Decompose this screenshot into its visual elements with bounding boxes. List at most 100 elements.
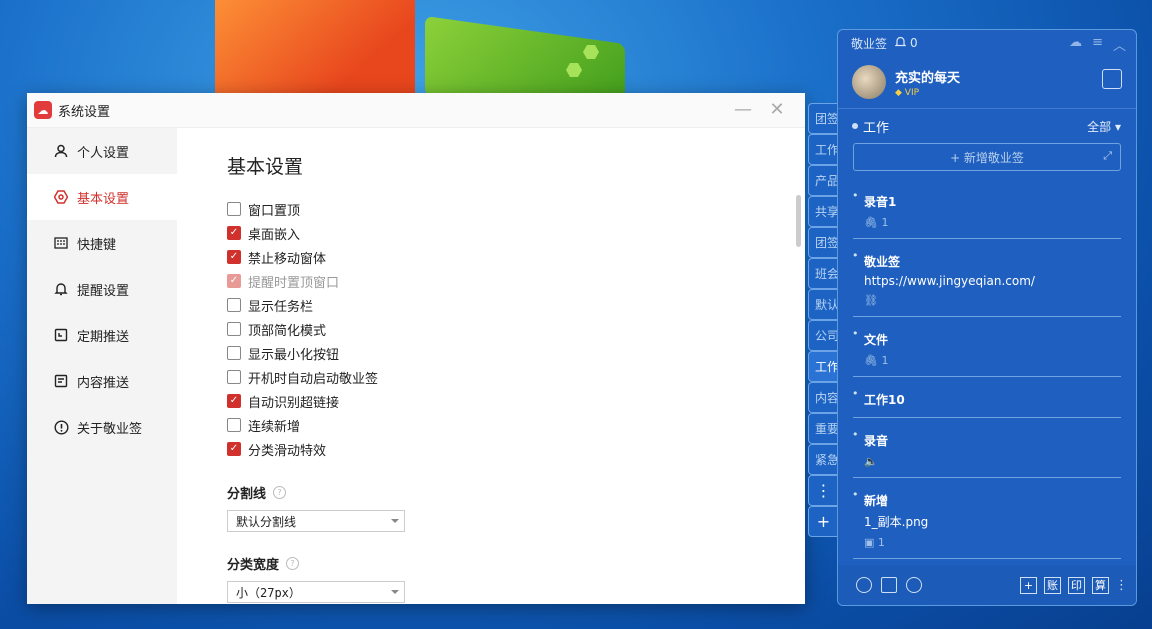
note-text: https://www.jingyeqian.com/	[864, 274, 1035, 288]
print-button[interactable]: 印	[1068, 576, 1085, 594]
width-section-label: 分类宽度 ?	[227, 554, 805, 573]
note-text: 1_副本.png	[864, 515, 929, 529]
filter-label: 全部	[1087, 119, 1112, 134]
category-tab[interactable]: 产品	[808, 165, 838, 196]
note-title: 敬业签	[864, 255, 901, 269]
more-icon[interactable]: ⋮	[1115, 578, 1128, 593]
sidebar-item-schedule-push[interactable]: 定期推送	[27, 312, 177, 358]
option-row[interactable]: ✓ 桌面嵌入	[227, 221, 805, 245]
category-name: 工作	[863, 120, 890, 136]
checkbox[interactable]	[227, 202, 241, 216]
cloud-sync-icon[interactable]: ☁	[1069, 35, 1082, 54]
calendar-icon[interactable]	[1102, 69, 1122, 89]
category-tab[interactable]: 内容	[808, 382, 838, 413]
bell-icon[interactable]	[894, 36, 907, 51]
option-row[interactable]: 顶部简化模式	[227, 317, 805, 341]
add-button[interactable]: +	[1020, 576, 1037, 594]
option-label: 连续新增	[248, 419, 301, 435]
divider-select[interactable]: 默认分割线	[227, 510, 405, 532]
note-item[interactable]: 文件 🖇 1	[852, 317, 1121, 377]
category-tab[interactable]: 团签	[808, 227, 838, 258]
chevron-down-icon	[391, 590, 399, 594]
info-icon	[53, 419, 69, 435]
category-tab[interactable]: 团签	[808, 103, 838, 134]
sidebar-item-label: 提醒设置	[77, 283, 130, 299]
category-tabs: 团签 工作 产品 共享 团签 班会 默认 公司 工作 内容 重要 紧急 ⋮ +	[808, 103, 838, 537]
sidebar-item-shortcuts[interactable]: 快捷键	[27, 220, 177, 266]
note-title: 文件	[864, 333, 889, 347]
note-item[interactable]: 录音 🔈	[852, 418, 1121, 478]
menu-icon[interactable]: ≡	[1092, 35, 1103, 54]
option-label: 分类滑动特效	[248, 443, 327, 459]
schedule-icon	[53, 327, 69, 343]
image-icon: ▣	[864, 536, 875, 549]
add-category-button[interactable]: +	[808, 506, 838, 537]
category-tab[interactable]: 公司	[808, 320, 838, 351]
checkbox[interactable]: ✓	[227, 394, 241, 408]
option-row[interactable]: 窗口置顶	[227, 197, 805, 221]
page-title: 基本设置	[227, 156, 304, 178]
avatar[interactable]	[852, 65, 886, 99]
ledger-button[interactable]: 账	[1044, 576, 1061, 594]
sidebar-item-content-push[interactable]: 内容推送	[27, 358, 177, 404]
collapse-icon[interactable]: ︿	[1113, 35, 1126, 54]
checkbox[interactable]	[227, 370, 241, 384]
option-row[interactable]: ✓ 自动识别超链接	[227, 389, 805, 413]
option-row[interactable]: 连续新增	[227, 413, 805, 437]
option-label: 桌面嵌入	[248, 227, 301, 243]
divider-select-value: 默认分割线	[236, 514, 297, 529]
help-icon[interactable]: ?	[273, 486, 287, 499]
checkbox[interactable]	[227, 346, 241, 360]
close-button[interactable]: ✕	[765, 99, 789, 120]
category-tab[interactable]: 默认	[808, 289, 838, 320]
width-label: 分类宽度	[227, 558, 280, 573]
help-icon[interactable]: ?	[286, 557, 300, 570]
option-row[interactable]: 显示最小化按钮	[227, 341, 805, 365]
title-bar: ☁ 系统设置 — ✕	[27, 93, 805, 128]
sidebar-item-personal[interactable]: 个人设置	[27, 128, 177, 174]
category-tab[interactable]: 紧急	[808, 444, 838, 475]
checkbox[interactable]	[227, 418, 241, 432]
checkbox[interactable]: ✓	[227, 442, 241, 456]
clock-icon[interactable]	[856, 577, 872, 593]
add-note-button[interactable]: + 新增敬业签 ⤢	[853, 143, 1121, 171]
note-title: 工作10	[864, 393, 905, 407]
more-tabs-button[interactable]: ⋮	[808, 475, 838, 506]
option-row[interactable]: 显示任务栏	[227, 293, 805, 317]
search-icon[interactable]	[906, 577, 922, 593]
sidebar-item-label: 定期推送	[77, 329, 130, 345]
checkbox[interactable]: ✓	[227, 226, 241, 240]
category-tab[interactable]: 班会	[808, 258, 838, 289]
filter-dropdown[interactable]: 全部 ▾	[1087, 118, 1121, 135]
note-item[interactable]: 敬业签 https://www.jingyeqian.com/ ⛓	[852, 239, 1121, 317]
attachment-count: 1	[881, 216, 889, 229]
checkbox[interactable]: ✓	[227, 250, 241, 264]
sidebar-item-reminder[interactable]: 提醒设置	[27, 266, 177, 312]
category-tab[interactable]: 工作	[808, 351, 838, 382]
scrollbar-thumb[interactable]	[796, 195, 801, 247]
sidebar-item-label: 内容推送	[77, 375, 130, 391]
option-row[interactable]: 开机时自动启动敬业签	[227, 365, 805, 389]
checkbox[interactable]	[227, 322, 241, 336]
option-label: 窗口置顶	[248, 203, 301, 219]
chevron-down-icon	[391, 519, 399, 523]
audio-icon: 🔈	[864, 455, 878, 468]
option-row[interactable]: ✓ 禁止移动窗体	[227, 245, 805, 269]
sidebar-item-about[interactable]: 关于敬业签	[27, 404, 177, 450]
archive-icon[interactable]	[881, 577, 897, 593]
calculator-button[interactable]: 算	[1092, 576, 1109, 594]
paperclip-icon: 🖇	[864, 354, 878, 367]
category-tab[interactable]: 工作	[808, 134, 838, 165]
option-row[interactable]: ✓ 分类滑动特效	[227, 437, 805, 461]
category-tab[interactable]: 重要	[808, 413, 838, 444]
category-tab[interactable]: 共享	[808, 196, 838, 227]
width-select-value: 小（27px）	[236, 585, 301, 600]
note-item[interactable]: 录音1 🖇 1	[852, 179, 1121, 239]
note-item[interactable]: 工作10	[852, 377, 1121, 418]
checkbox[interactable]	[227, 298, 241, 312]
minimize-button[interactable]: —	[731, 99, 755, 120]
sidebar-item-basic[interactable]: 基本设置	[27, 174, 177, 220]
note-item[interactable]: 新增 1_副本.png ▣ 1	[852, 478, 1121, 559]
width-select[interactable]: 小（27px）	[227, 581, 405, 603]
expand-icon[interactable]: ⤢	[1103, 149, 1112, 163]
